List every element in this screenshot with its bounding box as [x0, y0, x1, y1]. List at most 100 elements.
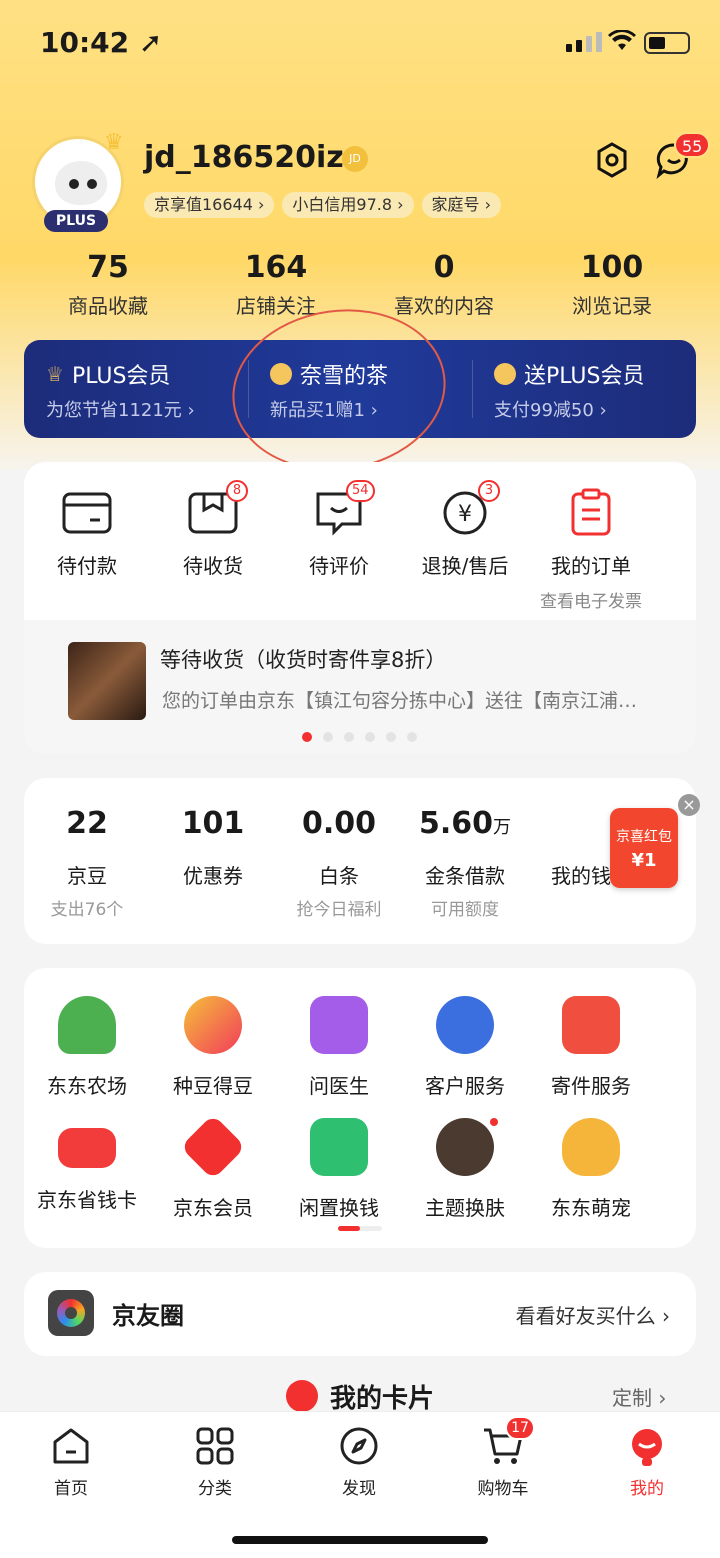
clipboard-icon — [564, 488, 618, 538]
heart-icon — [494, 363, 516, 385]
wallet-sub: 可用额度 — [431, 900, 499, 920]
wallet-jingdou[interactable]: 22 京豆 支出76个 — [24, 806, 150, 920]
stat-value: 75 — [87, 250, 129, 285]
tool-farm[interactable]: 东东农场 — [24, 996, 150, 1118]
settings-gear-icon[interactable] — [592, 140, 632, 180]
shipping-status-card[interactable]: 等待收货（收货时寄件享8折） 您的订单由京东【镇江句容分拣中心】送往【南京江浦… — [24, 620, 696, 754]
services-card: 东东农场 种豆得豆 问医生 客户服务 寄件服务 京东省钱卡 京东会员 闲置换钱 … — [24, 968, 696, 1248]
stat-history[interactable]: 100 浏览记录 — [528, 250, 696, 319]
wallet-card: 22 京豆 支出76个 101 优惠券 0.00 白条 抢今日福利 5.60万 金条借款 可用… — [24, 778, 696, 944]
wallet-value: 101 — [181, 806, 245, 841]
plus-member-entry[interactable]: ♕ PLUS会员 为您节省1121元 › — [24, 340, 248, 438]
tool-secondhand[interactable]: 闲置换钱 — [276, 1118, 402, 1240]
shipping-title: 等待收货（收货时寄件享8折） — [160, 648, 447, 672]
gift-plus-title: 送PLUS会员 — [524, 364, 645, 389]
stat-favorites[interactable]: 75 商品收藏 — [24, 250, 192, 319]
refund-icon: ¥3 — [438, 480, 500, 538]
friends-circle-card[interactable]: 京友圈 看看好友买什么 › — [24, 1272, 696, 1356]
stat-liked-content[interactable]: 0 喜欢的内容 — [360, 250, 528, 319]
wallet-sub: 支出76个 — [50, 900, 124, 920]
tab-category[interactable]: 分类 — [160, 1424, 270, 1499]
my-cards-title: 我的卡片 — [330, 1384, 435, 1414]
tool-membership[interactable]: 京东会员 — [150, 1114, 276, 1240]
tool-savings-card[interactable]: 京东省钱卡 — [24, 1118, 150, 1240]
stat-value: 100 — [580, 250, 644, 285]
wallet-baitiao[interactable]: 0.00 白条 抢今日福利 — [276, 806, 402, 920]
plus-member-sub: 为您节省1121元 › — [46, 400, 195, 421]
profile-tags: 京享值16644 › 小白信用97.8 › 家庭号 › — [144, 192, 502, 218]
stat-followed-shops[interactable]: 164 店铺关注 — [192, 250, 360, 319]
crown-icon: ♛ — [104, 130, 124, 155]
tool-label: 闲置换钱 — [299, 1196, 379, 1220]
order-badge: 8 — [226, 480, 248, 502]
tag-credit[interactable]: 小白信用97.8 › — [282, 192, 414, 218]
wallet-value-number: 5.60 — [418, 806, 494, 841]
red-packet-floating-button[interactable]: 京喜红包 ¥1 — [610, 808, 678, 888]
wallet-sub: 抢今日福利 — [296, 900, 382, 920]
wallet-coupons[interactable]: 101 优惠券 — [150, 806, 276, 920]
carousel-dots — [302, 732, 417, 742]
tool-pet[interactable]: 东东萌宠 — [528, 1118, 654, 1240]
customize-link[interactable]: 定制 › — [612, 1382, 666, 1411]
tool-label: 主题换肤 — [425, 1196, 505, 1220]
tab-home[interactable]: 首页 — [16, 1424, 126, 1499]
close-icon[interactable]: × — [678, 794, 700, 816]
tool-label: 东东农场 — [47, 1074, 127, 1098]
tab-discover[interactable]: 发现 — [304, 1424, 414, 1499]
heart-icon — [286, 1380, 318, 1412]
tab-label: 购物车 — [477, 1479, 529, 1499]
compass-icon — [337, 1424, 381, 1468]
package-icon: 8 — [186, 480, 248, 538]
home-indicator[interactable] — [232, 1536, 488, 1544]
plus-member-title: PLUS会员 — [71, 364, 171, 389]
order-pending-payment[interactable]: 待付款 — [24, 488, 150, 612]
tool-shipping[interactable]: 寄件服务 — [528, 996, 654, 1118]
wifi-icon — [608, 29, 636, 58]
tool-customer-service[interactable]: 客户服务 — [402, 996, 528, 1118]
tab-mine[interactable]: 我的 — [592, 1424, 702, 1499]
tool-label: 问医生 — [309, 1074, 369, 1098]
status-bar: 10:42 ➚ — [0, 0, 720, 88]
tab-label: 首页 — [54, 1479, 88, 1499]
tool-label: 客户服务 — [425, 1074, 505, 1098]
status-time: 10:42 ➚ — [40, 26, 163, 59]
grid-icon — [193, 1424, 237, 1468]
tag-family[interactable]: 家庭号 › — [421, 192, 502, 218]
tab-label: 分类 — [198, 1479, 232, 1499]
headset-icon — [436, 996, 494, 1054]
tool-plant-beans[interactable]: 种豆得豆 — [150, 996, 276, 1118]
joy-dog-icon — [625, 1424, 669, 1468]
tool-label: 寄件服务 — [551, 1074, 631, 1098]
wallet-jintiao[interactable]: 5.60万 金条借款 可用额度 — [402, 806, 528, 920]
order-label: 待评价 — [309, 554, 369, 578]
savings-card-icon — [58, 1128, 116, 1168]
my-orders[interactable]: 我的订单 查看电子发票 — [528, 488, 654, 612]
order-label: 待收货 — [183, 554, 243, 578]
invoice-link[interactable]: 查看电子发票 — [528, 587, 654, 612]
order-label: 待付款 — [57, 554, 117, 578]
order-pending-review[interactable]: 54 待评价 — [276, 480, 402, 612]
username[interactable]: jd_186520ize — [144, 140, 364, 175]
gift-plus-entry[interactable]: 送PLUS会员 支付99减50 › — [472, 340, 696, 438]
tab-cart[interactable]: 17 购物车 — [448, 1416, 558, 1499]
plus-badge: PLUS — [44, 210, 108, 232]
order-refund[interactable]: ¥3 退换/售后 — [402, 480, 528, 612]
tab-label: 我的 — [630, 1479, 664, 1499]
theme-avatar-icon — [436, 1118, 498, 1176]
tool-theme[interactable]: 主题换肤 — [402, 1118, 528, 1240]
wallet-label: 优惠券 — [183, 864, 243, 888]
tag-jingxiangzhi[interactable]: 京享值16644 › — [144, 192, 275, 218]
tool-doctor[interactable]: 问医生 — [276, 996, 402, 1118]
friends-circle-title: 京友圈 — [112, 1302, 184, 1330]
order-pending-receipt[interactable]: 8 待收货 — [150, 480, 276, 612]
medical-kit-icon — [310, 996, 368, 1054]
tool-label: 东东萌宠 — [551, 1196, 631, 1220]
friends-circle-link[interactable]: 看看好友买什么 › — [516, 1300, 670, 1329]
tool-label: 京东会员 — [173, 1196, 253, 1220]
battery-icon — [644, 32, 690, 54]
signal-icon — [566, 32, 602, 52]
cart-count-badge: 17 — [505, 1416, 535, 1440]
parcel-icon — [562, 996, 620, 1054]
stat-label: 浏览记录 — [572, 294, 652, 318]
friends-circle-icon — [48, 1290, 94, 1336]
